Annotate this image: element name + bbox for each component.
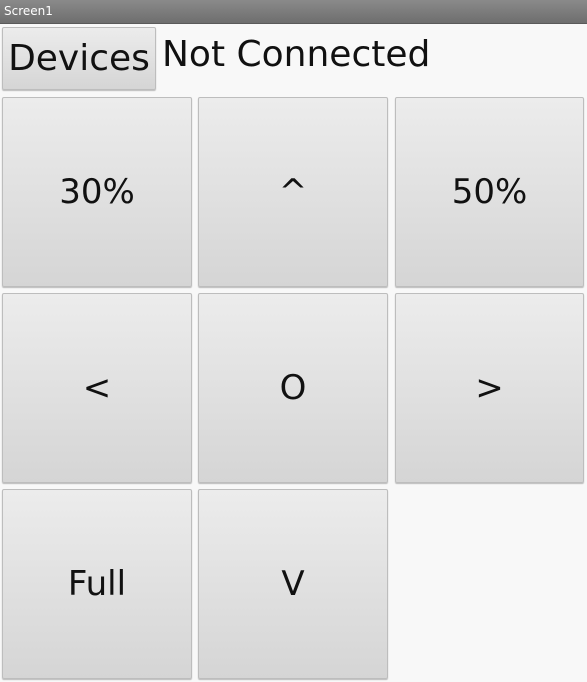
speed-30-button[interactable]: 30%	[2, 97, 192, 287]
speed-full-button[interactable]: Full	[2, 489, 192, 679]
title-bar: Screen1	[0, 0, 587, 24]
stop-button[interactable]: O	[198, 293, 388, 483]
connection-status: Not Connected	[162, 34, 431, 75]
window-title: Screen1	[4, 4, 53, 18]
right-button[interactable]: >	[395, 293, 584, 483]
speed-50-button[interactable]: 50%	[395, 97, 584, 287]
forward-button[interactable]: ^	[198, 97, 388, 287]
reverse-button[interactable]: V	[198, 489, 388, 679]
left-button[interactable]: <	[2, 293, 192, 483]
devices-button[interactable]: Devices	[2, 27, 156, 90]
